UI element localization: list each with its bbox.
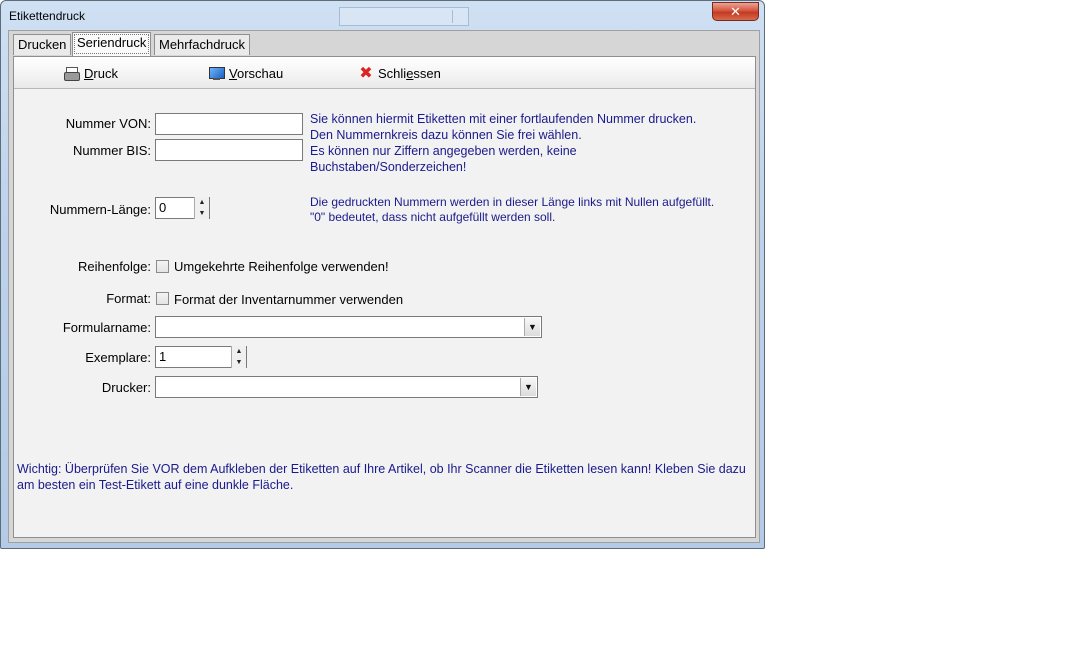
tab-seriendruck[interactable]: Seriendruck [72,32,152,56]
tab-drucken[interactable]: Drucken [13,34,72,55]
chevron-down-icon[interactable]: ▼ [520,378,536,396]
close-button[interactable]: ✖ Schliessen [358,65,441,83]
format-checkbox[interactable] [156,292,169,305]
nummern-laenge-value: 0 [159,200,167,215]
exemplare-label: Exemplare: [85,350,151,365]
laenge-hint: Die gedruckten Nummern werden in dieser … [310,195,750,225]
hint-line: Buchstaben/Sonderzeichen! [310,160,467,174]
spin-up-icon[interactable]: ▲ [232,346,246,357]
nummern-laenge-input[interactable]: 0 ▲ ▼ [155,197,210,219]
window-title: Etikettendruck [9,9,86,23]
nummern-laenge-spinner[interactable]: ▲ ▼ [194,197,209,219]
nummern-laenge-label: Nummern-Länge: [49,202,151,217]
reihenfolge-checkbox-label[interactable]: Umgekehrte Reihenfolge verwenden! [174,259,389,274]
hint-line: "0" bedeutet, dass nicht aufgefüllt werd… [310,210,556,224]
formularname-select[interactable]: ▼ [155,316,542,338]
chevron-down-icon[interactable]: ▼ [524,318,540,336]
reihenfolge-label: Reihenfolge: [78,259,151,274]
spin-down-icon[interactable]: ▼ [232,357,246,368]
printer-icon [64,66,80,82]
preview-label: Vorschau [229,66,284,81]
nummer-bis-label: Nummer BIS: [72,143,151,158]
preview-button[interactable]: Vorschau [209,65,283,83]
hint-line: Es können nur Ziffern angegeben werden, … [310,144,577,158]
close-label: Schliessen [378,66,441,81]
format-label: Format: [106,291,151,306]
exemplare-value: 1 [159,349,167,364]
monitor-icon [209,66,225,82]
seriendruck-panel: Druck Vorschau ✖ Schliessen Nummer VON: … [13,56,756,538]
reihenfolge-checkbox[interactable] [156,260,169,273]
title-ghost-combo [339,7,469,26]
nummer-von-label: Nummer VON: [65,116,151,131]
dialog-window: Etikettendruck ✕ Drucken Seriendruck Meh… [0,0,765,549]
hint-line: Sie können hiermit Etiketten mit einer f… [310,112,697,126]
nummer-bis-input[interactable] [155,139,303,161]
spin-up-icon[interactable]: ▲ [195,197,209,208]
spin-down-icon[interactable]: ▼ [195,208,209,219]
print-label: Druck [84,66,118,81]
nummern-hint: Sie können hiermit Etiketten mit einer f… [310,111,750,175]
client-area: Drucken Seriendruck Mehrfachdruck Druck … [8,30,760,543]
close-x-icon: ✖ [359,65,373,82]
hint-line: Die gedruckten Nummern werden in dieser … [310,195,715,209]
format-checkbox-label[interactable]: Format der Inventarnummer verwenden [174,292,403,307]
tab-mehrfachdruck[interactable]: Mehrfachdruck [154,34,250,55]
drucker-label: Drucker: [101,380,151,395]
toolbar: Druck Vorschau ✖ Schliessen [14,57,755,89]
drucker-select[interactable]: ▼ [155,376,538,398]
title-bar: Etikettendruck ✕ [1,1,764,29]
formularname-label: Formularname: [62,320,151,335]
hint-line: Den Nummernkreis dazu können Sie frei wä… [310,128,582,142]
exemplare-spinner[interactable]: ▲ ▼ [231,346,246,368]
warning-text: Wichtig: Überprüfen Sie VOR dem Aufklebe… [17,462,746,492]
window-close-button[interactable]: ✕ [712,2,759,21]
nummer-von-input[interactable] [155,113,303,135]
exemplare-input[interactable]: 1 ▲ ▼ [155,346,247,368]
print-button[interactable]: Druck [64,65,118,83]
